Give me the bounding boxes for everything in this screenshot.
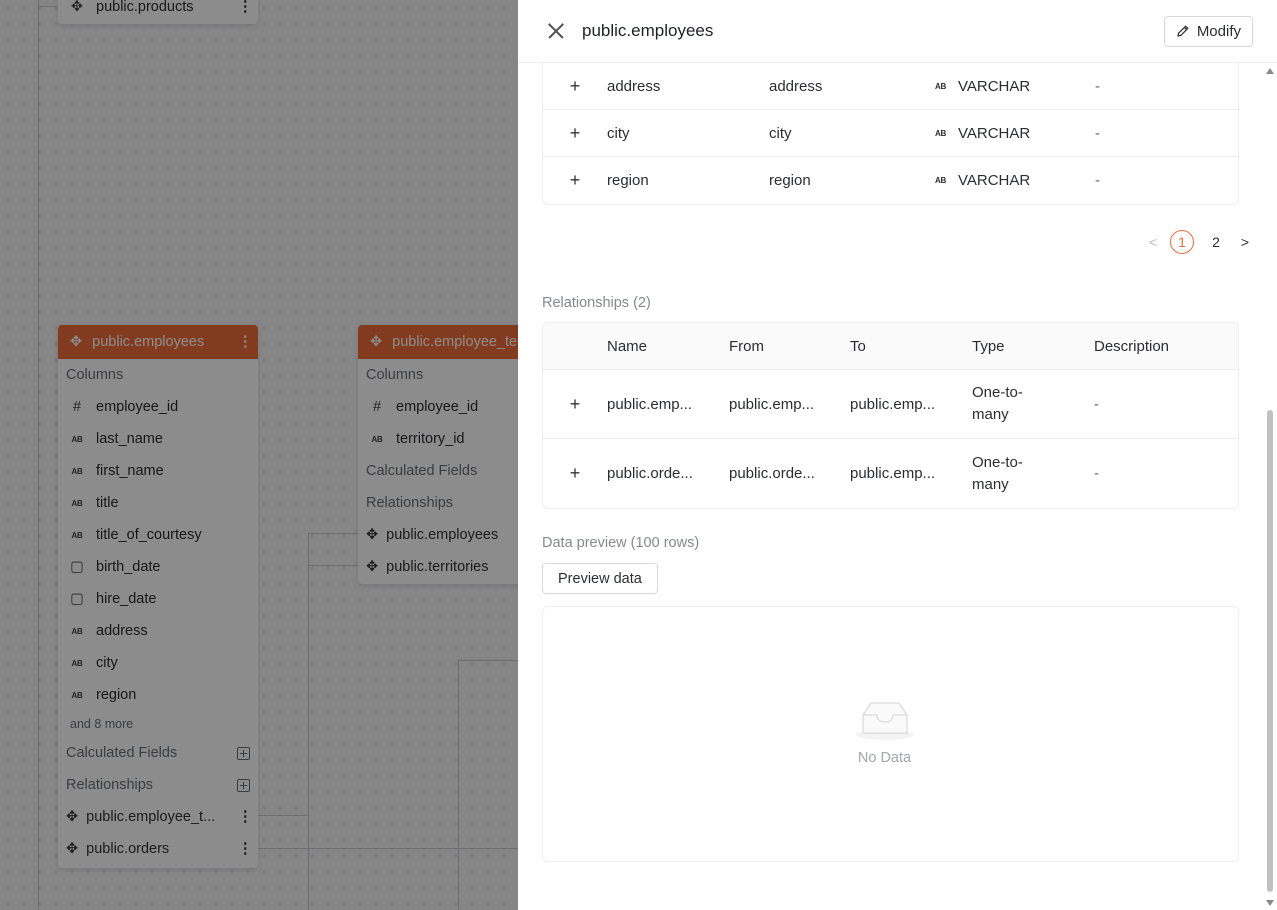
column-description-cell: - (1095, 124, 1100, 142)
relationships-table: Name From To Type Description + public.em… (542, 322, 1239, 509)
modify-button[interactable]: Modify (1163, 15, 1253, 47)
header-from: From (729, 337, 764, 355)
model-detail-drawer: public.employees Modify + address address A… (518, 0, 1277, 910)
relationship-name-cell: public.emp... (607, 395, 693, 413)
column-type-cell: AB VARCHAR (935, 125, 1095, 142)
column-table-row: + address address AB VARCHAR - (543, 63, 1238, 110)
data-preview-panel: No Data (542, 606, 1239, 862)
relationship-to-cell: public.emp... (850, 465, 936, 482)
drawer-body[interactable]: + address address AB VARCHAR - + city city AB VARC… (518, 63, 1277, 910)
modal-mask[interactable] (0, 0, 518, 910)
next-page-icon[interactable]: > (1238, 234, 1252, 250)
columns-table: + address address AB VARCHAR - + city city AB VARC… (542, 63, 1239, 205)
column-type-label: VARCHAR (957, 172, 1031, 189)
relationships-table-header: Name From To Type Description (543, 323, 1238, 370)
column-table-row: + region region AB VARCHAR - (543, 157, 1238, 204)
header-description: Description (1094, 337, 1170, 355)
column-alias-cell: region (769, 172, 811, 189)
text-type-icon: AB (935, 176, 946, 185)
expand-row-icon[interactable]: + (543, 123, 607, 144)
expand-row-icon[interactable]: + (543, 463, 607, 484)
prev-page-icon[interactable]: < (1146, 234, 1160, 250)
pencil-icon (1177, 25, 1189, 37)
close-icon[interactable] (548, 23, 564, 39)
column-alias-cell: city (769, 124, 792, 142)
columns-table-body: + address address AB VARCHAR - + city city AB VARC… (543, 63, 1238, 204)
column-type-cell: AB VARCHAR (935, 78, 1095, 95)
page-number[interactable]: 2 (1204, 230, 1228, 254)
scrollbar[interactable] (1266, 64, 1274, 910)
header-to: To (850, 337, 866, 355)
relationship-description-cell: - (1094, 465, 1099, 482)
text-type-icon: AB (935, 128, 946, 138)
relationship-from-cell: public.emp... (729, 395, 815, 413)
expand-row-icon[interactable]: + (543, 170, 607, 191)
preview-data-button[interactable]: Preview data (542, 563, 658, 594)
data-preview-title: Data preview (100 rows) (542, 535, 700, 551)
column-type-label: VARCHAR (957, 124, 1031, 142)
relationships-table-body: + public.emp... public.emp... public.emp...… (543, 370, 1238, 508)
column-description-cell: - (1095, 172, 1100, 189)
header-name: Name (607, 337, 648, 355)
text-type-icon: AB (935, 81, 946, 91)
relationship-from-cell: public.orde... (729, 465, 815, 482)
expand-row-icon[interactable]: + (543, 76, 607, 97)
relationships-title: Relationships (2) (542, 295, 651, 311)
relationship-name-cell: public.orde... (607, 465, 693, 482)
relationship-type-cell: One-to-many (972, 384, 1023, 423)
column-name-cell: address (607, 77, 661, 95)
column-name-cell: region (607, 172, 649, 189)
pagination: < 1 2 > (1146, 230, 1252, 254)
column-type-label: VARCHAR (957, 77, 1031, 95)
scroll-up-icon[interactable] (1266, 68, 1274, 74)
relationship-table-row: + public.emp... public.emp... public.emp...… (543, 370, 1238, 439)
relationship-description-cell: - (1094, 395, 1099, 413)
column-name-cell: city (607, 124, 630, 142)
expand-row-icon[interactable]: + (543, 394, 607, 415)
scrollbar-thumb[interactable] (1267, 410, 1273, 892)
column-table-row: + city city AB VARCHAR - (543, 110, 1238, 157)
page-number[interactable]: 1 (1170, 230, 1194, 254)
column-type-cell: AB VARCHAR (935, 172, 1095, 189)
relationship-to-cell: public.emp... (850, 395, 936, 413)
drawer-title: public.employees (582, 21, 714, 40)
scroll-down-icon[interactable] (1266, 900, 1274, 906)
drawer-header: public.employees Modify (518, 0, 1277, 63)
modify-label: Modify (1196, 22, 1241, 40)
relationship-table-row: + public.orde... public.orde... public.emp.… (543, 439, 1238, 508)
empty-text: No Data (857, 750, 912, 766)
empty-inbox-icon (856, 702, 914, 740)
header-type: Type (972, 337, 1005, 355)
column-description-cell: - (1095, 77, 1100, 95)
relationship-type-cell: One-to-many (972, 453, 1023, 493)
column-alias-cell: address (769, 77, 823, 95)
